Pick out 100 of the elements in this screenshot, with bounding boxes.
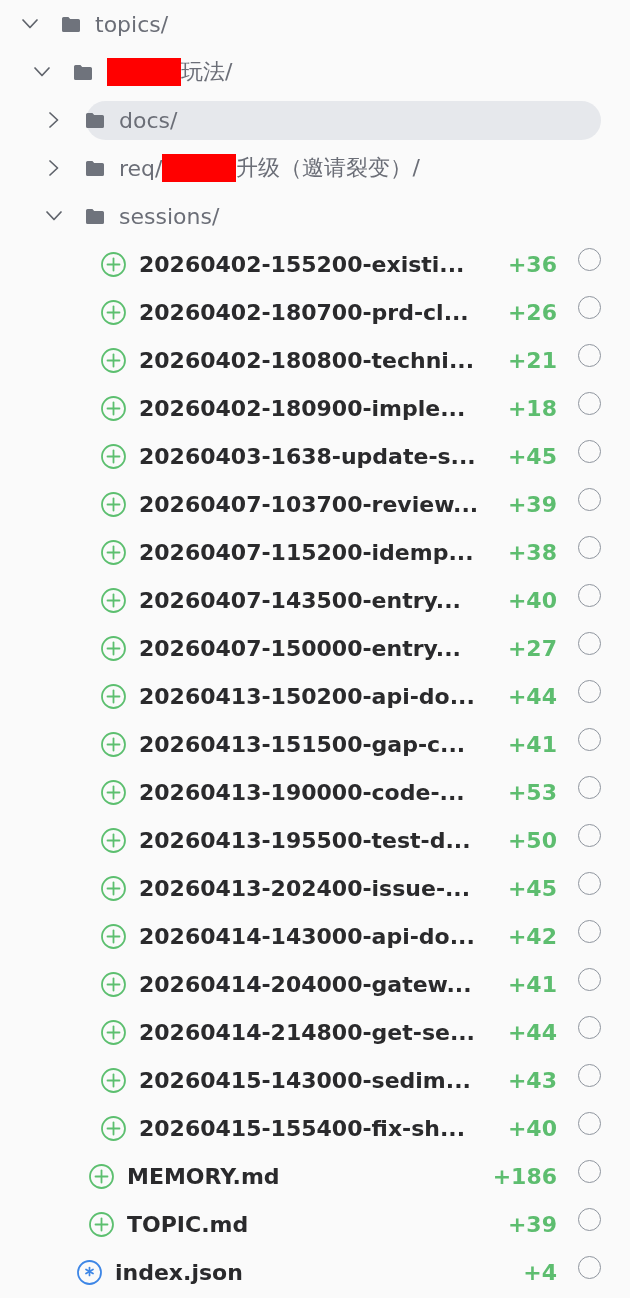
tree-row[interactable]: 20260407-143500-entry... +40 (101, 580, 601, 620)
plus-circle-icon (101, 491, 126, 517)
line-count: +4 (522, 1259, 557, 1285)
line-count: +18 (506, 395, 557, 421)
line-count: +21 (506, 347, 557, 373)
tree-row[interactable]: 20260415-155400-fix-sh... +40 (101, 1108, 601, 1148)
tree-row[interactable]: docs/ (86, 100, 601, 140)
tree-row[interactable]: 20260413-150200-api-do... +44 (101, 676, 601, 716)
tree-row[interactable]: req/ 升级（邀请裂变）/ (86, 148, 601, 188)
plus-circle-icon (101, 923, 126, 949)
file-name: 20260414-143000-api-do... (139, 923, 475, 949)
line-count: +45 (506, 443, 557, 469)
plus-circle-icon (89, 1211, 114, 1237)
tree-row[interactable]: 20260414-143000-api-do... +42 (101, 916, 601, 956)
line-count: +43 (506, 1067, 557, 1093)
plus-circle-icon (101, 1067, 126, 1093)
file-name: 20260403-1638-update-s... (139, 443, 476, 469)
file-name: 20260407-115200-idemp... (139, 539, 474, 565)
file-name: 20260413-150200-api-do... (139, 683, 475, 709)
folder-icon (86, 160, 104, 176)
tree-row[interactable]: 20260413-195500-test-d... +50 (101, 820, 601, 860)
plus-circle-icon (101, 539, 126, 565)
folder-icon (62, 16, 80, 32)
folder-name: 玩法/ (181, 58, 233, 86)
plus-circle-icon (101, 347, 126, 373)
tree-row[interactable]: 20260407-115200-idemp... +38 (101, 532, 601, 572)
plus-circle-icon (101, 443, 126, 469)
chevron-down-icon[interactable] (46, 211, 62, 221)
tree-row[interactable]: 玩法/ (74, 52, 601, 92)
line-count: +53 (506, 779, 557, 805)
tree-row[interactable]: 20260414-204000-gatew... +41 (101, 964, 601, 1004)
line-count: +26 (506, 299, 557, 325)
plus-circle-icon (101, 827, 126, 853)
file-name: 20260415-155400-fix-sh... (139, 1115, 466, 1141)
tree-row[interactable]: 20260402-155200-existi... +36 (101, 244, 601, 284)
tree-row[interactable]: sessions/ (86, 196, 601, 236)
tree-row[interactable]: MEMORY.md +186 (89, 1156, 601, 1196)
tree-row[interactable]: 20260413-190000-code-... +53 (101, 772, 601, 812)
line-count: +39 (506, 491, 557, 517)
line-count: +39 (506, 1211, 557, 1237)
file-name: 20260407-150000-entry... (139, 635, 461, 661)
tree-row[interactable]: 20260407-103700-review... +39 (101, 484, 601, 524)
file-name: 20260413-190000-code-... (139, 779, 465, 805)
line-count: +44 (506, 683, 557, 709)
tree-row[interactable]: TOPIC.md +39 (89, 1204, 601, 1244)
file-name: 20260415-143000-sedim... (139, 1067, 471, 1093)
line-count: +27 (506, 635, 557, 661)
chevron-down-icon[interactable] (22, 19, 38, 29)
tree-row[interactable]: 20260413-151500-gap-c... +41 (101, 724, 601, 764)
folder-icon (86, 112, 104, 128)
plus-circle-icon (101, 587, 126, 613)
tree-row[interactable]: 20260403-1638-update-s... +45 (101, 436, 601, 476)
line-count: +41 (506, 971, 557, 997)
plus-circle-icon (101, 251, 126, 277)
folder-name: 升级（邀请裂变）/ (236, 154, 420, 182)
plus-circle-icon (101, 971, 126, 997)
file-name: TOPIC.md (127, 1211, 249, 1237)
file-name: MEMORY.md (127, 1163, 280, 1189)
plus-circle-icon (101, 635, 126, 661)
tree-row[interactable]: 20260402-180900-imple... +18 (101, 388, 601, 428)
file-name: 20260413-151500-gap-c... (139, 731, 466, 757)
file-name: 20260413-202400-issue-... (139, 875, 471, 901)
chevron-right-icon[interactable] (49, 112, 59, 128)
tree-row[interactable]: topics/ (62, 4, 601, 44)
folder-name: topics/ (95, 11, 169, 37)
file-name: 20260407-103700-review... (139, 491, 479, 517)
line-count: +50 (506, 827, 557, 853)
tree-row[interactable]: 20260402-180800-techni... +21 (101, 340, 601, 380)
line-count: +45 (506, 875, 557, 901)
file-name: 20260402-180800-techni... (139, 347, 474, 373)
tree-row[interactable]: 20260414-214800-get-se... +44 (101, 1012, 601, 1052)
line-count: +36 (506, 251, 557, 277)
line-count: +42 (506, 923, 557, 949)
folder-name: req/ (119, 155, 163, 181)
file-name: 20260414-214800-get-se... (139, 1019, 475, 1045)
chevron-down-icon[interactable] (34, 67, 50, 77)
file-name: 20260414-204000-gatew... (139, 971, 472, 997)
file-name: 20260402-155200-existi... (139, 251, 465, 277)
tree-row[interactable]: index.json +4 (77, 1252, 601, 1292)
file-name: 20260402-180900-imple... (139, 395, 466, 421)
line-count: +40 (506, 587, 557, 613)
plus-circle-icon (89, 1163, 114, 1189)
plus-circle-icon (101, 1115, 126, 1141)
folder-icon (86, 208, 104, 224)
plus-circle-icon (101, 395, 126, 421)
plus-circle-icon (101, 683, 126, 709)
file-name: 20260413-195500-test-d... (139, 827, 471, 853)
file-name: 20260407-143500-entry... (139, 587, 461, 613)
tree-row[interactable]: 20260415-143000-sedim... +43 (101, 1060, 601, 1100)
folder-icon (74, 64, 92, 80)
plus-circle-icon (101, 875, 126, 901)
file-name: 20260402-180700-prd-cl... (139, 299, 469, 325)
asterisk-circle-icon (77, 1259, 102, 1285)
tree-row[interactable]: 20260413-202400-issue-... +45 (101, 868, 601, 908)
plus-circle-icon (101, 731, 126, 757)
tree-row[interactable]: 20260402-180700-prd-cl... +26 (101, 292, 601, 332)
tree-row[interactable]: 20260407-150000-entry... +27 (101, 628, 601, 668)
file-name: index.json (115, 1259, 243, 1285)
chevron-right-icon[interactable] (49, 160, 59, 176)
line-count: +38 (506, 539, 557, 565)
